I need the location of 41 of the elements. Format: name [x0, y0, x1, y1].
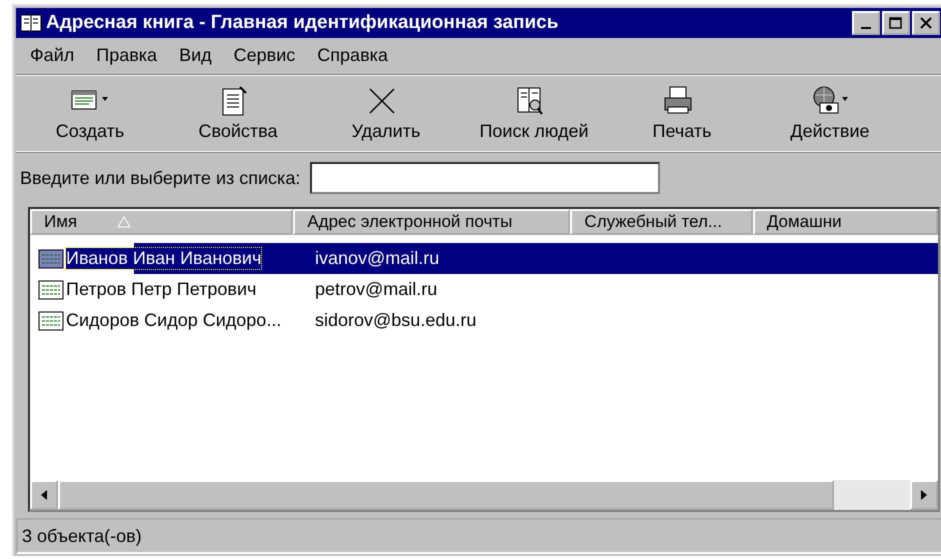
contact-row[interactable]: Сидоров Сидор Сидоро... sidorov@bsu.edu.ru — [30, 305, 938, 336]
maximize-button[interactable] — [882, 11, 910, 35]
minimize-icon — [861, 27, 871, 29]
table-cell-text: sidorov@bsu.edu.ru — [315, 310, 478, 331]
column-header[interactable]: Адрес электронной почты — [293, 209, 570, 235]
close-button[interactable] — [912, 11, 940, 35]
right-arrow-icon — [919, 489, 929, 501]
contact-row[interactable]: Петров Петр Петрович petrov@mail.ru — [30, 274, 938, 305]
toolbar-button[interactable]: Печать — [608, 75, 756, 151]
table-cell: Иванов Иван Иванович — [66, 248, 262, 269]
column-header[interactable]: Домашни — [752, 209, 938, 235]
toolbar-button[interactable]: Действие — [756, 75, 904, 151]
menu-item[interactable]: Файл — [20, 44, 86, 66]
toolbar-button[interactable]: Удалить — [312, 75, 460, 151]
contact-card-icon — [38, 248, 64, 270]
status-text: 3 объекта(-ов) — [22, 526, 142, 546]
scroll-left-button[interactable] — [30, 480, 58, 510]
left-arrow-icon — [39, 489, 49, 501]
table-cell-text: ivanov@mail.ru — [315, 248, 440, 269]
search-label: Введите или выберите из списка: — [20, 168, 300, 188]
contact-card-icon — [38, 278, 64, 300]
table-cell: Сидоров Сидор Сидоро... — [66, 310, 282, 331]
window-title: Адресная книга - Главная идентификационная запись — [46, 12, 560, 34]
scroll-right-button[interactable] — [910, 480, 938, 510]
table-cell: Петров Петр Петрович — [66, 279, 256, 300]
column-header[interactable]: Служебный тел... — [570, 209, 753, 235]
minimize-button[interactable] — [852, 11, 880, 35]
maximize-icon — [889, 17, 903, 29]
contact-card-icon — [38, 310, 64, 332]
toolbar-button[interactable]: Свойства — [164, 75, 312, 151]
menu-item[interactable]: Справка — [307, 44, 400, 66]
book-icon — [20, 13, 42, 33]
table-cell-text: petrov@mail.ru — [315, 279, 438, 300]
search-field[interactable] — [310, 162, 660, 194]
toolbar-button[interactable]: Создать — [16, 75, 164, 151]
menu-item[interactable]: Правка — [86, 44, 170, 66]
close-icon — [920, 17, 932, 29]
toolbar-button[interactable]: Поиск людей — [460, 75, 608, 151]
column-header[interactable]: Имя — [30, 209, 294, 235]
menu-item[interactable]: Вид — [169, 44, 224, 66]
menu-item[interactable]: Сервис — [224, 44, 308, 66]
